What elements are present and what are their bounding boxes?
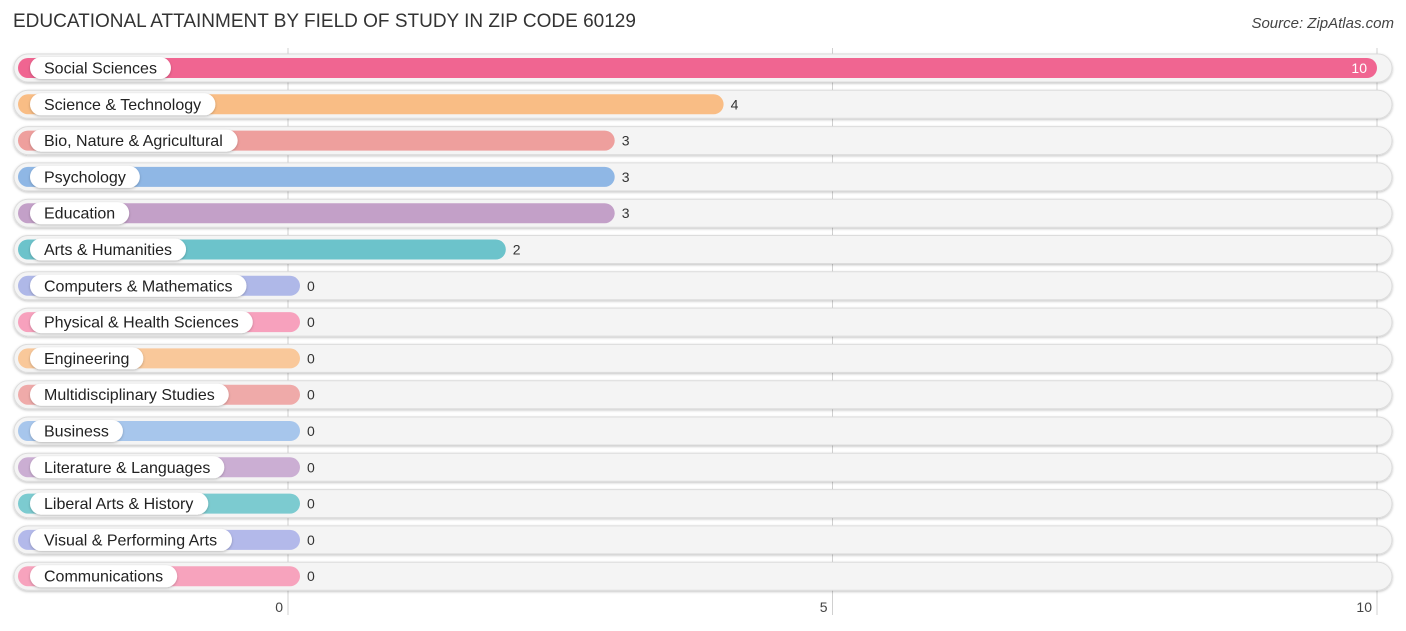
value-label: 0 [307,496,315,512]
bar-row: Social Sciences 10 [13,53,1393,83]
category-label: Business [44,424,109,441]
bar-row: Education 3 [13,198,1393,228]
value-label: 0 [307,423,315,439]
x-tick-label: 5 [820,599,828,615]
value-label: 0 [307,568,315,584]
category-label: Science & Technology [44,97,201,114]
value-label: 2 [513,242,521,258]
bar-row: Engineering 0 [13,343,1393,373]
value-label: 0 [307,387,315,403]
bar-chart: Social Sciences 10 Science & Technology 4 Bi… [13,48,1393,615]
bar-row: Literature & Languages 0 [13,452,1393,482]
category-label: Literature & Languages [44,460,210,477]
value-label: 10 [1351,60,1367,76]
bar-row: Visual & Performing Arts 0 [13,525,1393,555]
category-label: Computers & Mathematics [44,278,233,295]
category-label: Engineering [44,351,129,368]
category-label: Education [44,206,115,223]
category-label: Social Sciences [44,61,157,78]
category-label: Communications [44,569,163,586]
value-label: 3 [622,133,630,149]
category-label: Psychology [44,169,126,186]
value-label: 4 [731,96,739,112]
bar-row: Arts & Humanities 2 [13,235,1393,264]
bar-row: Liberal Arts & History 0 [13,489,1393,519]
category-label: Bio, Nature & Agricultural [44,133,223,150]
bar-row: Bio, Nature & Agricultural 3 [13,126,1393,156]
category-label: Liberal Arts & History [44,496,193,513]
value-label: 3 [622,169,630,185]
value-label: 0 [307,350,315,366]
x-tick-label: 10 [1356,599,1372,615]
bar-row: Science & Technology 4 [13,89,1393,119]
value-label: 0 [307,532,315,548]
bar-row: Multidisciplinary Studies 0 [13,380,1393,410]
value-label: 0 [307,459,315,475]
bar-row: Business 0 [13,416,1393,446]
bar-row: Computers & Mathematics 0 [13,271,1393,301]
value-label: 0 [307,278,315,294]
category-label: Arts & Humanities [44,242,172,259]
value-label: 3 [622,205,630,221]
bar-row: Communications 0 [13,561,1393,591]
category-label: Physical & Health Sciences [44,315,239,332]
bar [18,58,1377,78]
value-label: 0 [307,314,315,330]
bar-row: Psychology 3 [13,162,1393,192]
category-label: Multidisciplinary Studies [44,387,215,404]
x-tick-label: 0 [275,599,283,615]
category-label: Visual & Performing Arts [44,532,217,549]
bar-row: Physical & Health Sciences 0 [13,307,1393,337]
